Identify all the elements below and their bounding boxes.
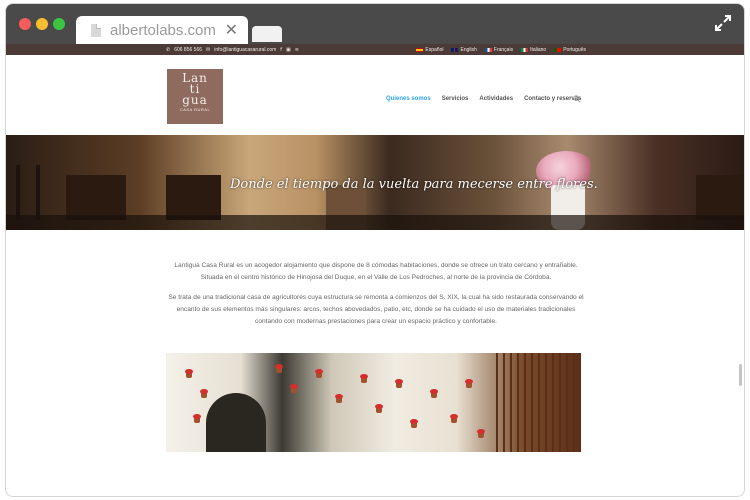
flower-pot: [360, 374, 368, 383]
flower-pot: [375, 404, 383, 413]
language-label: Español: [425, 46, 444, 53]
language-label: Português: [563, 46, 586, 53]
flower-pot: [477, 429, 485, 438]
flower-pot: [335, 394, 343, 403]
document-icon: [91, 24, 101, 37]
browser-window: albertolabs.com ✕ ✆ 606 856 566 ✉ info@l…: [6, 4, 744, 496]
language-en[interactable]: English: [451, 46, 477, 53]
italy-flag-icon: [521, 47, 529, 52]
nav-item-servicios[interactable]: Servicios: [442, 96, 469, 102]
chair-shape: [696, 175, 744, 220]
language-fr[interactable]: Français: [484, 46, 514, 53]
email-link[interactable]: info@lantiguacasarural.com: [214, 47, 276, 53]
language-label: Italiano: [530, 46, 547, 53]
mail-icon: ✉: [206, 46, 211, 53]
nav-item-quienes-somos[interactable]: Quienes somos: [386, 96, 431, 102]
flower-pot: [315, 369, 323, 378]
language-pt[interactable]: Português: [554, 47, 586, 53]
chair-shape: [166, 175, 221, 220]
rss-icon[interactable]: ≋: [295, 47, 299, 53]
close-window-button[interactable]: [19, 18, 31, 30]
facebook-icon[interactable]: f: [280, 47, 282, 53]
intro-paragraph-2: Se trata de una tradicional casa de agri…: [168, 293, 584, 326]
chair-shape: [66, 175, 126, 220]
france-flag-icon: [484, 47, 492, 52]
site-header: Lan ti gua CASA RURAL Quienes somos Serv…: [6, 55, 744, 135]
balustrade-shape: [496, 353, 581, 452]
instagram-icon[interactable]: ▣: [286, 47, 291, 53]
language-switcher: Español English Français Italiano Portug…: [416, 47, 586, 53]
language-it[interactable]: Italiano: [521, 47, 546, 53]
courtyard-image: [166, 353, 581, 452]
intro-section: Lantigua Casa Rural es un acogedor aloja…: [166, 260, 586, 335]
flower-pot: [465, 379, 473, 388]
language-es[interactable]: Español: [416, 47, 443, 53]
nav-item-actividades[interactable]: Actividades: [479, 96, 513, 102]
phone-icon: ✆: [166, 46, 171, 53]
intro-paragraph-1: Lantigua Casa Rural es un acogedor aloja…: [174, 262, 578, 282]
hero-caption: Donde el tiempo da la vuelta para mecers…: [230, 177, 598, 192]
archway-shape: [206, 393, 266, 452]
window-slat: [16, 165, 20, 220]
phone-number[interactable]: 606 856 566: [174, 47, 202, 53]
logo-subtitle: CASA RURAL: [179, 107, 211, 112]
logo-line-3: gua: [182, 93, 208, 107]
window-slat: [36, 165, 40, 220]
flower-pot: [395, 379, 403, 388]
flower-pot: [290, 384, 298, 393]
flower-pot: [410, 419, 418, 428]
flower-pot: [200, 389, 208, 398]
flower-pot: [430, 389, 438, 398]
flower-pot: [193, 414, 201, 423]
search-icon[interactable]: [573, 95, 581, 103]
flower-pot: [185, 369, 193, 378]
maximize-window-button[interactable]: [53, 18, 65, 30]
page-scrollbar[interactable]: [739, 364, 742, 386]
browser-tab[interactable]: albertolabs.com ✕: [76, 16, 248, 44]
browser-toolbar: albertolabs.com ✕: [6, 4, 744, 44]
portugal-flag-icon: [554, 47, 562, 52]
flower-pot: [275, 364, 283, 373]
expand-icon[interactable]: [714, 14, 732, 32]
site-logo[interactable]: Lan ti gua CASA RURAL: [167, 69, 223, 124]
contact-info: ✆ 606 856 566 ✉ info@lantiguacasarural.c…: [166, 47, 299, 53]
uk-flag-icon: [451, 47, 459, 52]
language-label: English: [460, 46, 477, 53]
tab-title: albertolabs.com: [110, 22, 216, 39]
new-tab-button[interactable]: [252, 26, 282, 42]
spain-flag-icon: [416, 47, 424, 52]
tab-close-button[interactable]: ✕: [225, 20, 238, 39]
language-label: Français: [493, 46, 514, 53]
hero-banner: Donde el tiempo da la vuelta para mecers…: [6, 135, 744, 230]
table-shadow: [6, 215, 744, 230]
main-navigation: Quienes somos Servicios Actividades Cont…: [386, 96, 581, 102]
minimize-window-button[interactable]: [36, 18, 48, 30]
flower-pot: [450, 414, 458, 423]
site-top-bar: ✆ 606 856 566 ✉ info@lantiguacasarural.c…: [6, 44, 744, 55]
